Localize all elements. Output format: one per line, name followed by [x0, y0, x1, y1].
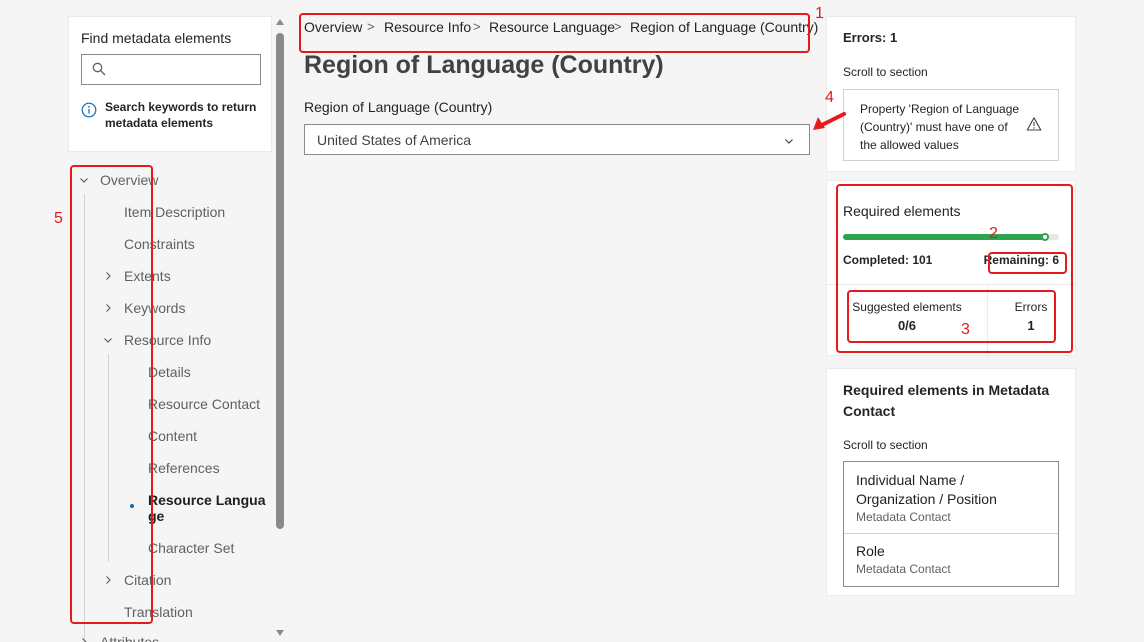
- errors-card: Errors: 1 Scroll to section Property 'Re…: [826, 16, 1076, 172]
- tree-item-label: Details: [148, 364, 191, 380]
- chevron-down-icon: [783, 134, 795, 152]
- search-title: Find metadata elements: [81, 30, 232, 46]
- annotation-box-stats: [847, 290, 1056, 343]
- annotation-number: 3: [961, 321, 970, 338]
- region-of-language-dropdown[interactable]: United States of America: [304, 124, 810, 155]
- list-item-section: Metadata Contact: [856, 510, 951, 524]
- annotation-number: 5: [54, 210, 63, 227]
- dropdown-value: United States of America: [317, 132, 472, 148]
- list-item-section: Metadata Contact: [856, 562, 951, 576]
- scroll-down-arrow-icon[interactable]: [276, 630, 284, 636]
- scroll-up-arrow-icon[interactable]: [276, 19, 284, 25]
- tree-item-label: References: [148, 460, 220, 476]
- scroll-to-section-label: Scroll to section: [843, 438, 928, 452]
- sidebar-scrollbar[interactable]: [274, 16, 286, 642]
- search-card: Find metadata elements Search keywords t…: [68, 16, 272, 152]
- field-label: Region of Language (Country): [304, 99, 493, 115]
- search-hint-text: Search keywords to return metadata eleme…: [105, 100, 257, 130]
- list-item-name: Individual Name / Organization / Positio…: [856, 472, 997, 507]
- search-box[interactable]: [81, 54, 261, 85]
- search-icon: [92, 62, 106, 81]
- annotation-number: 2: [989, 225, 998, 242]
- annotation-box-tree: [70, 165, 153, 624]
- scroll-to-section-label: Scroll to section: [843, 65, 928, 79]
- tree-item-label: Character Set: [148, 540, 235, 556]
- chevron-right-icon: [78, 635, 90, 642]
- list-item[interactable]: Role Metadata Contact: [844, 534, 1058, 586]
- warning-icon: [1026, 116, 1042, 137]
- tree-item-label: Resource Language: [148, 492, 266, 524]
- page-title: Region of Language (Country): [304, 51, 664, 79]
- annotation-box-remaining: [988, 252, 1067, 274]
- annotation-number: 4: [825, 89, 834, 106]
- tree-item-label: Attributes: [100, 634, 160, 642]
- search-input[interactable]: [112, 59, 252, 80]
- annotation-number: 1: [815, 5, 824, 22]
- scrollbar-thumb[interactable]: [276, 33, 284, 529]
- info-icon: [81, 102, 97, 123]
- list-item[interactable]: Individual Name / Organization / Positio…: [844, 462, 1058, 533]
- metadata-contact-card: Required elements in Metadata Contact Sc…: [826, 368, 1076, 596]
- annotation-box-breadcrumb: [299, 13, 810, 53]
- error-item[interactable]: Property 'Region of Language (Country)' …: [843, 89, 1059, 161]
- list-item-name: Role: [856, 543, 885, 559]
- metadata-contact-title: Required elements in Metadata Contact: [843, 382, 1050, 419]
- tree-item-label: Content: [148, 428, 198, 444]
- tree-item-label: Resource Contact: [148, 396, 261, 412]
- errors-title: Errors: 1: [843, 30, 898, 45]
- error-message: Property 'Region of Language (Country)' …: [860, 102, 1020, 152]
- annotation-arrow-icon: [813, 112, 846, 130]
- required-elements-list: Individual Name / Organization / Positio…: [843, 461, 1059, 587]
